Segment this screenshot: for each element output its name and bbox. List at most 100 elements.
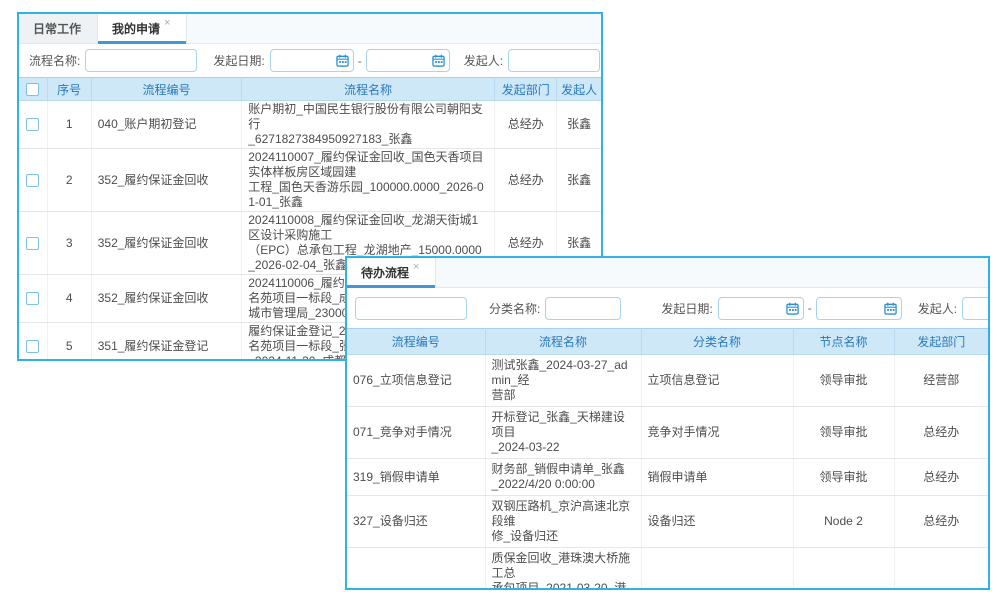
cell-code: 071_竞争对手情况 [347,407,485,459]
cell-node: Node 2 [793,496,894,548]
table-row[interactable]: 071_竞争对手情况开标登记_张鑫_天梯建设项目 _2024-03-22竞争对手… [347,407,988,459]
row-checkbox-cell [19,275,47,323]
calendar-icon[interactable] [432,54,445,67]
initiator-label: 发起人: [464,52,503,69]
cell-dept: 总经办 [495,149,557,212]
cell-category: 立项信息登记 [641,355,793,407]
select-all-checkbox[interactable] [26,83,39,96]
cell-dept: 总经办 [894,496,988,548]
cell-name: 双钢压路机_京沪高速北京段维 修_设备归还 [485,496,641,548]
cell-code: 352_履约保证金回收 [91,149,242,212]
tab-my-applications[interactable]: 我的申请 × [98,14,187,43]
cell-code: 352_履约保证金回收 [91,212,242,275]
close-icon[interactable]: × [164,17,170,29]
tab-bar: 待办流程 × [347,258,988,288]
column-header-dept: 发起部门 [894,329,988,355]
cell-category: 销假申请单 [641,459,793,496]
cell-seq: 3 [47,212,91,275]
table-row[interactable]: 076_立项信息登记测试张鑫_2024-03-27_admin_经 营部立项信息… [347,355,988,407]
column-header-name: 流程名称 [242,78,495,101]
column-header-code: 流程编号 [91,78,242,101]
table-row[interactable]: 319_销假申请单财务部_销假申请单_张鑫 _2022/4/20 0:00:00… [347,459,988,496]
table-row[interactable]: 2352_履约保证金回收2024110007_履约保证金回收_国色天香项目实体样… [19,149,601,212]
calendar-icon[interactable] [884,302,897,315]
row-checkbox[interactable] [26,292,39,305]
table-header-row: 流程编号 流程名称 分类名称 节点名称 发起部门 [347,329,988,355]
table-row[interactable]: 1040_账户期初登记账户期初_中国民生银行股份有限公司朝阳支行 _627182… [19,101,601,149]
cell-seq: 5 [47,323,91,362]
row-checkbox-cell [19,101,47,149]
cell-category: 设备归还 [641,496,793,548]
row-checkbox[interactable] [26,340,39,353]
cell-code: 316_质保金回收 [347,548,485,591]
cell-node: 领导审批 [793,355,894,407]
cell-initiator: 张鑫 [557,101,601,149]
process-name-input[interactable] [355,297,467,320]
start-date-label: 发起日期: [661,300,712,317]
initiator-label: 发起人: [918,300,957,317]
column-header-initiator: 发起人 [557,78,601,101]
cell-dept: 总经办 [495,101,557,149]
cell-dept: 总经办 [894,548,988,591]
cell-seq: 1 [47,101,91,149]
start-date-to [366,49,450,72]
date-separator: - [808,301,812,315]
column-header-dept: 发起部门 [495,78,557,101]
tab-label: 日常工作 [33,20,81,37]
cell-initiator: 张鑫 [557,149,601,212]
start-date-to [816,297,902,320]
row-checkbox[interactable] [26,237,39,250]
cell-seq: 2 [47,149,91,212]
cell-name: 财务部_销假申请单_张鑫 _2022/4/20 0:00:00 [485,459,641,496]
cell-code: 076_立项信息登记 [347,355,485,407]
cell-name: 测试张鑫_2024-03-27_admin_经 营部 [485,355,641,407]
tab-bar: 日常工作 我的申请 × [19,14,601,44]
cell-node: 领导审批 [793,407,894,459]
table-row[interactable]: 316_质保金回收质保金回收_港珠澳大桥施工总 承包项目_2021-03-20_… [347,548,988,591]
date-separator: - [358,54,362,68]
close-icon[interactable]: × [413,261,419,273]
calendar-icon[interactable] [336,54,349,67]
column-header-name: 流程名称 [485,329,641,355]
row-checkbox[interactable] [26,174,39,187]
column-header-code: 流程编号 [347,329,485,355]
cell-node: 领导审批 [793,459,894,496]
column-header-category: 分类名称 [641,329,793,355]
cell-dept: 总经办 [894,407,988,459]
cell-code: 327_设备归还 [347,496,485,548]
category-input[interactable] [545,297,621,320]
tab-label: 待办流程 [361,264,409,281]
cell-category: 质保金回收 [641,548,793,591]
row-checkbox-cell [19,323,47,362]
row-checkbox[interactable] [26,118,39,131]
process-name-input[interactable] [85,49,197,72]
column-header-seq: 序号 [47,78,91,101]
cell-dept: 总经办 [894,459,988,496]
cell-code: 352_履约保证金回收 [91,275,242,323]
cell-seq: 4 [47,275,91,323]
cell-code: 040_账户期初登记 [91,101,242,149]
calendar-icon[interactable] [786,302,799,315]
process-name-label: 流程名称: [29,52,80,69]
table-row[interactable]: 327_设备归还双钢压路机_京沪高速北京段维 修_设备归还设备归还Node 2总… [347,496,988,548]
initiator-input[interactable] [508,49,600,72]
select-all-header [19,78,47,101]
start-date-label: 发起日期: [213,52,264,69]
table-header-row: 序号 流程编号 流程名称 发起部门 发起人 [19,78,601,101]
cell-name: 2024110007_履约保证金回收_国色天香项目实体样板房区域园建 工程_国色… [242,149,495,212]
cell-category: 竞争对手情况 [641,407,793,459]
start-date-from [270,49,354,72]
initiator-input[interactable] [962,297,988,320]
row-checkbox-cell [19,212,47,275]
tab-label: 我的申请 [112,20,160,37]
row-checkbox-cell [19,149,47,212]
filter-bar: 流程名称: 发起日期: - 发起人: 待办人: [19,44,601,77]
cell-code: 319_销假申请单 [347,459,485,496]
category-label: 分类名称: [489,300,540,317]
cell-name: 质保金回收_港珠澳大桥施工总 承包项目_2021-03-20_港珠澳大 桥施工总… [485,548,641,591]
tab-daily-work[interactable]: 日常工作 [19,14,98,43]
tab-pending-processes[interactable]: 待办流程 × [347,258,436,287]
cell-node: 部门经理 [793,548,894,591]
pending-processes-table: 流程编号 流程名称 分类名称 节点名称 发起部门 076_立项信息登记测试张鑫_… [347,328,988,590]
filter-bar: 分类名称: 发起日期: - 发起人: [347,288,988,328]
